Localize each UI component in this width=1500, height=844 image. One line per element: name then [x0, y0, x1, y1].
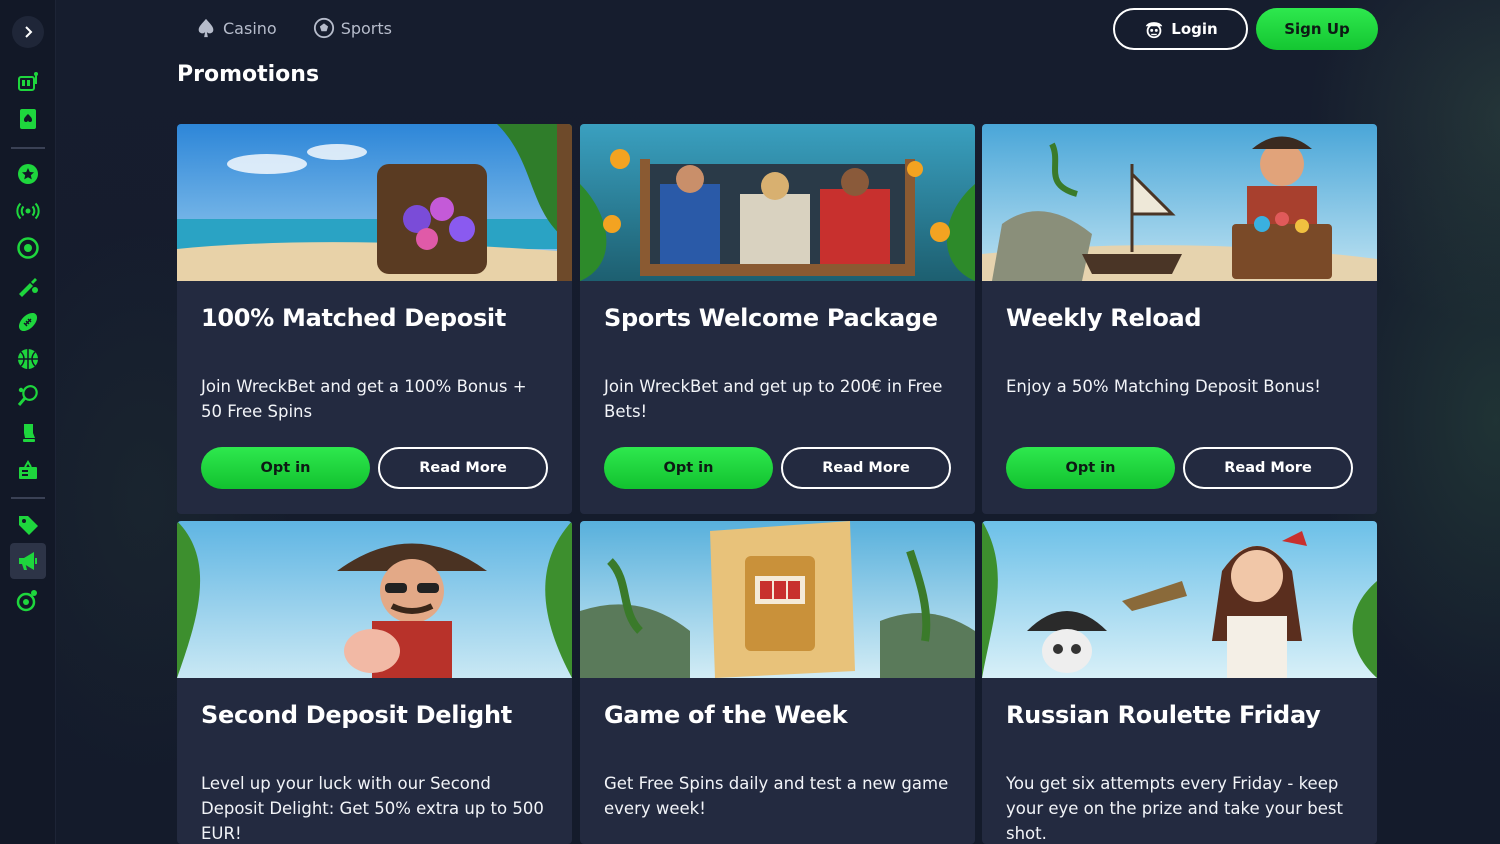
- promo-image[interactable]: [580, 521, 975, 678]
- promo-image[interactable]: [177, 124, 572, 281]
- sidebar-divider: [11, 147, 45, 149]
- sidebar-item-cricket[interactable]: [14, 272, 42, 300]
- sidebar-item-wheel[interactable]: [14, 586, 42, 614]
- promo-description: Enjoy a 50% Matching Deposit Bonus!: [1006, 377, 1321, 396]
- promo-card: Russian Roulette Friday You get six atte…: [982, 521, 1377, 844]
- promo-description: Join WreckBet and get a 100% Bonus + 50 …: [201, 377, 527, 421]
- read-more-button[interactable]: Read More: [1183, 447, 1353, 489]
- promo-title: Russian Roulette Friday: [1006, 701, 1321, 729]
- promo-description: Get Free Spins daily and test a new game…: [604, 774, 949, 818]
- tag-icon: [19, 516, 38, 535]
- sidebar-item-slots[interactable]: [14, 68, 42, 96]
- signup-label: Sign Up: [1284, 20, 1350, 38]
- nav-sports-label: Sports: [340, 18, 392, 38]
- soccer-ball-icon: [313, 17, 334, 39]
- promo-description: Join WreckBet and get up to 200€ in Free…: [604, 377, 943, 421]
- star-badge-icon: [18, 164, 38, 184]
- sidebar: [0, 0, 56, 844]
- promo-title: 100% Matched Deposit: [201, 304, 507, 332]
- slot-machine-icon: [18, 72, 38, 91]
- sidebar-divider: [11, 497, 45, 499]
- sidebar-item-offers[interactable]: [14, 511, 42, 539]
- sidebar-item-basketball[interactable]: [14, 345, 42, 373]
- promo-description: You get six attempts every Friday - keep…: [1006, 774, 1343, 843]
- nav-casino-label: Casino: [223, 18, 277, 38]
- opt-in-label: Opt in: [260, 460, 311, 476]
- opt-in-button[interactable]: Opt in: [1006, 447, 1175, 489]
- opt-in-label: Opt in: [663, 460, 714, 476]
- sidebar-item-live[interactable]: [14, 197, 42, 225]
- nav-sports-link[interactable]: Sports: [313, 14, 392, 42]
- signup-button[interactable]: Sign Up: [1256, 8, 1378, 50]
- sidebar-item-promotions[interactable]: [14, 547, 42, 575]
- promo-card: 100% Matched Deposit Join WreckBet and g…: [177, 124, 572, 514]
- spade-icon: [198, 18, 214, 38]
- sidebar-toggle-button[interactable]: [12, 16, 44, 48]
- promo-image[interactable]: [982, 521, 1377, 678]
- sidebar-item-soccer[interactable]: [14, 234, 42, 262]
- sidebar-item-featured[interactable]: [14, 160, 42, 188]
- read-more-button[interactable]: Read More: [781, 447, 951, 489]
- promo-image[interactable]: [982, 124, 1377, 281]
- promo-description: Level up your luck with our Second Depos…: [201, 774, 544, 843]
- opt-in-label: Opt in: [1065, 460, 1116, 476]
- read-more-button[interactable]: Read More: [378, 447, 548, 489]
- promo-title: Game of the Week: [604, 701, 848, 729]
- card-spade-icon: [20, 109, 36, 129]
- login-label: Login: [1171, 20, 1218, 38]
- ice-hockey-icon: [23, 424, 35, 442]
- read-more-label: Read More: [419, 460, 507, 476]
- promo-image[interactable]: [580, 124, 975, 281]
- page-title: Promotions: [177, 62, 320, 87]
- esports-icon: [19, 460, 37, 479]
- top-navigation: Casino Sports: [195, 14, 392, 42]
- promo-title: Sports Welcome Package: [604, 304, 938, 332]
- promo-card: Game of the Week Get Free Spins daily an…: [580, 521, 975, 844]
- sidebar-item-tennis[interactable]: [14, 382, 42, 410]
- sidebar-item-hockey[interactable]: [14, 419, 42, 447]
- tennis-icon: [17, 385, 38, 406]
- opt-in-button[interactable]: Opt in: [604, 447, 773, 489]
- sidebar-item-american-football[interactable]: [14, 308, 42, 336]
- chevron-right-icon: [25, 26, 33, 38]
- wheel-icon: [16, 590, 37, 612]
- promo-card: Weekly Reload Enjoy a 50% Matching Depos…: [982, 124, 1377, 514]
- sidebar-item-esports[interactable]: [14, 456, 42, 484]
- promo-card: Second Deposit Delight Level up your luc…: [177, 521, 572, 844]
- promo-title: Weekly Reload: [1006, 304, 1202, 332]
- read-more-label: Read More: [822, 460, 910, 476]
- american-football-icon: [18, 312, 38, 332]
- promo-title: Second Deposit Delight: [201, 701, 512, 729]
- live-broadcast-icon: [16, 202, 40, 220]
- read-more-label: Read More: [1224, 460, 1312, 476]
- login-button[interactable]: Login: [1113, 8, 1248, 50]
- promo-card: Sports Welcome Package Join WreckBet and…: [580, 124, 975, 514]
- pirate-skull-icon: [1146, 22, 1163, 39]
- cricket-icon: [19, 278, 38, 297]
- soccer-ball-icon: [17, 237, 39, 259]
- promo-image[interactable]: [177, 521, 572, 678]
- basketball-icon: [18, 349, 38, 369]
- sidebar-item-cards[interactable]: [14, 105, 42, 133]
- megaphone-icon: [19, 552, 37, 570]
- nav-casino-link[interactable]: Casino: [195, 14, 277, 42]
- opt-in-button[interactable]: Opt in: [201, 447, 370, 489]
